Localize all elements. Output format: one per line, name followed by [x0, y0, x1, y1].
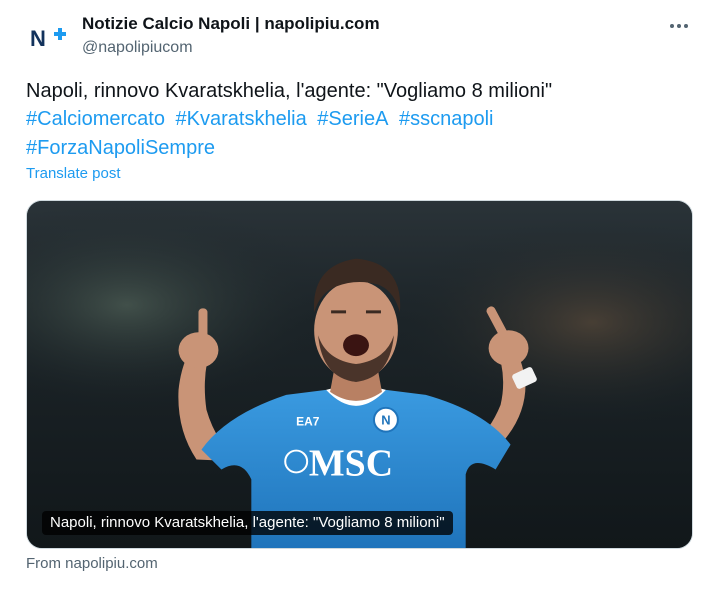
link-card[interactable]: N EA7 MSC Napoli, rinnovo Kvaratskhelia,…: [26, 200, 693, 549]
shirt-brand-text: EA7: [296, 415, 320, 429]
card-caption: Napoli, rinnovo Kvaratskhelia, l'agente:…: [42, 511, 453, 535]
hashtag-list: #Calciomercato #Kvaratskhelia #SerieA #s…: [26, 105, 646, 163]
author-handle[interactable]: @napolipiucom: [82, 37, 380, 59]
hashtag-link[interactable]: #SerieA: [317, 108, 388, 130]
post-text: Napoli, rinnovo Kvaratskhelia, l'agente:…: [26, 80, 553, 102]
more-options-button[interactable]: [664, 14, 694, 38]
avatar[interactable]: N: [26, 14, 74, 62]
hashtag-link[interactable]: #ForzaNapoliSempre: [26, 137, 215, 159]
napolipiu-logo-icon: N: [30, 26, 66, 51]
more-dot: [670, 24, 674, 28]
svg-text:N: N: [30, 26, 46, 51]
hashtag-link[interactable]: #sscnapoli: [399, 108, 494, 130]
author-display-name[interactable]: Notizie Calcio Napoli | napolipiu.com: [82, 13, 380, 35]
more-dot: [677, 24, 681, 28]
more-dot: [684, 24, 688, 28]
translate-post-link[interactable]: Translate post: [26, 165, 121, 182]
hashtag-link[interactable]: #Kvaratskhelia: [176, 108, 307, 130]
shirt-sponsor-text: MSC: [309, 442, 393, 484]
svg-text:N: N: [381, 413, 390, 428]
hashtag-link[interactable]: #Calciomercato: [26, 108, 165, 130]
article-photo: N EA7 MSC: [27, 201, 692, 548]
source-link[interactable]: From napolipiu.com: [26, 555, 158, 572]
post: N Notizie Calcio Napoli | napolipiu.com …: [0, 0, 710, 596]
author-block: Notizie Calcio Napoli | napolipiu.com @n…: [82, 13, 380, 59]
